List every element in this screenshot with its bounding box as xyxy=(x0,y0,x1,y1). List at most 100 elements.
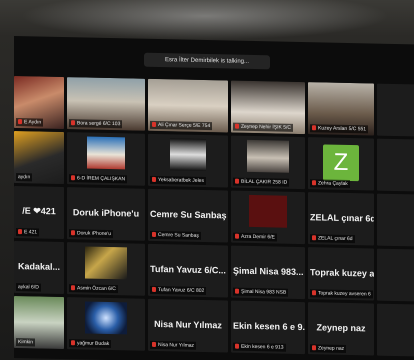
mic-muted-icon xyxy=(152,121,156,127)
mic-muted-icon xyxy=(152,231,156,237)
participant-tile[interactable] xyxy=(377,83,414,137)
video-call-window: Esra İlter Demirbilek is talking... E Ay… xyxy=(14,36,414,360)
participant-label: Zehra Çaylak xyxy=(310,179,350,189)
participant-tile[interactable]: Asmin Özcan 6/C xyxy=(67,242,145,296)
participant-label: aydın xyxy=(16,173,33,182)
mic-muted-icon xyxy=(312,345,316,351)
participant-label: Ali Çınar Serçe 5/E 754 xyxy=(150,120,213,131)
participant-label: Tufan Yavuz 6/C 802 xyxy=(150,285,207,296)
participant-tile[interactable]: ZELAL çınar 6d ZELAL çınar 6d xyxy=(308,192,374,246)
active-speaker-banner: Esra İlter Demirbilek is talking... xyxy=(144,52,270,70)
mic-muted-icon xyxy=(235,123,239,129)
participant-tile[interactable] xyxy=(377,193,414,247)
mic-muted-icon xyxy=(71,120,75,126)
screen-glare xyxy=(20,0,390,40)
avatar: Z xyxy=(323,144,359,182)
participant-tile[interactable] xyxy=(377,248,414,302)
participant-name: Doruk iPhone'u xyxy=(72,207,140,219)
participant-label: 6-D İREM ÇALIŞKAN xyxy=(69,174,128,184)
participant-label: Zeynep naz xyxy=(310,344,347,353)
mic-muted-icon xyxy=(152,176,156,182)
mic-muted-icon xyxy=(312,235,316,241)
mic-muted-icon xyxy=(18,229,22,235)
participant-name: Kadakal... xyxy=(17,261,61,272)
participant-name: Nisa Nur Yılmaz xyxy=(154,318,222,331)
participant-tile[interactable]: Azra Demir 6/E xyxy=(231,190,305,245)
profile-picture xyxy=(249,194,287,228)
participant-label: E Aydın xyxy=(16,118,44,127)
participant-tile[interactable]: Z Zehra Çaylak xyxy=(308,137,374,191)
mic-muted-icon xyxy=(235,288,239,294)
participant-name: ZELAL çınar 6d xyxy=(310,212,374,224)
participant-tile[interactable] xyxy=(377,303,414,357)
participant-tile[interactable] xyxy=(377,138,414,192)
participant-tile[interactable]: Ali Çınar Serçe 5/E 754 xyxy=(148,78,228,133)
participant-name: Zeynep naz xyxy=(316,322,366,334)
mic-muted-icon xyxy=(71,175,75,181)
participant-tile[interactable]: Nisa Nur Yılmaz Nisa Nur Yılmaz xyxy=(148,298,228,353)
participant-label: Azra Demir 6/E xyxy=(233,232,277,242)
mic-muted-icon xyxy=(152,341,156,347)
participant-label: Yeksaberatbek Jeles xyxy=(150,175,206,186)
participant-label: BİLAL ÇAKIR 258 ID xyxy=(233,177,290,187)
participant-name: /E ❤421 xyxy=(22,205,56,217)
participant-tile[interactable]: Cemre Su Sanbaş Cemre Su Sanbaş xyxy=(148,188,228,243)
participant-tile[interactable]: Kuzey Arslan 5/C 551 xyxy=(308,82,374,136)
mic-muted-icon xyxy=(312,125,316,131)
participant-label: Bora sergé 6/C 103 xyxy=(69,119,123,129)
participant-tile[interactable]: Yeksaberatbek Jeles xyxy=(148,133,228,188)
participant-label: E 421 xyxy=(16,228,40,237)
participant-tile[interactable]: BİLAL ÇAKIR 258 ID xyxy=(231,135,305,190)
mic-muted-icon xyxy=(71,285,75,291)
mic-muted-icon xyxy=(152,286,156,292)
participant-name: Cemre Su Sanbaş xyxy=(150,208,227,221)
participant-label: Doruk iPhone'u xyxy=(69,229,114,239)
participant-tile[interactable]: /E ❤421 E 421 xyxy=(14,186,64,240)
participant-label: Toprak kuzey avseren 6 xyxy=(310,289,373,299)
mic-muted-icon xyxy=(235,343,239,349)
participant-label: Kimkin xyxy=(16,338,36,347)
mic-muted-icon xyxy=(235,233,239,239)
participant-tile[interactable]: Kimkin xyxy=(14,296,64,350)
participant-tile[interactable]: Tufan Yavuz 6/C... Tufan Yavuz 6/C 802 xyxy=(148,243,228,298)
mic-muted-icon xyxy=(18,119,22,125)
profile-picture xyxy=(87,136,125,170)
participant-tile[interactable]: Kadakal... aykal 6/D xyxy=(14,241,64,295)
mic-muted-icon xyxy=(312,180,316,186)
participant-label: Ekin kesen 6 e 913 xyxy=(233,342,286,352)
participant-name: Toprak kuzey a... xyxy=(310,267,374,279)
participant-label: aykal 6/D xyxy=(16,283,41,292)
participant-gallery: E Aydın Bora sergé 6/C 103 Ali Çınar Ser… xyxy=(14,76,414,357)
participant-name: Ekin kesen 6 e 9... xyxy=(233,320,305,333)
profile-picture xyxy=(247,139,289,173)
participant-label: Şimal Nisa 983 NSB xyxy=(233,287,289,297)
participant-tile[interactable]: 6-D İREM ÇALIŞKAN xyxy=(67,132,145,186)
participant-tile[interactable]: Ekin kesen 6 e 9... Ekin kesen 6 e 913 xyxy=(231,300,305,355)
participant-label: ZELAL çınar 6d xyxy=(310,234,355,244)
participant-label: Cemre Su Sanbaş xyxy=(150,230,201,240)
participant-tile[interactable]: aydın xyxy=(14,131,64,185)
participant-tile[interactable]: yağmur Budak xyxy=(67,297,145,351)
participant-tile[interactable]: Zeynep Nehir İŞIK 5/C xyxy=(231,80,305,135)
participant-label: yağmur Budak xyxy=(69,339,112,349)
participant-label: Nisa Nur Yılmaz xyxy=(150,340,197,350)
mic-muted-icon xyxy=(71,340,75,346)
mic-muted-icon xyxy=(235,178,239,184)
participant-tile[interactable]: E Aydın xyxy=(14,76,64,130)
participant-label: Kuzey Arslan 5/C 551 xyxy=(310,124,369,134)
participant-label: Zeynep Nehir İŞIK 5/C xyxy=(233,122,294,132)
participant-label: Asmin Özcan 6/C xyxy=(69,284,118,294)
profile-picture xyxy=(170,138,206,172)
monitor-frame: Esra İlter Demirbilek is talking... E Ay… xyxy=(0,0,414,360)
participant-name: Tufan Yavuz 6/C... xyxy=(150,263,226,276)
participant-tile[interactable]: Bora sergé 6/C 103 xyxy=(67,77,145,131)
profile-picture xyxy=(85,246,127,280)
profile-picture xyxy=(85,301,127,335)
mic-muted-icon xyxy=(312,290,316,296)
participant-tile[interactable]: Zeynep naz Zeynep naz xyxy=(308,302,374,356)
mic-muted-icon xyxy=(71,230,75,236)
participant-name: Şimal Nisa 983... xyxy=(233,265,304,278)
participant-tile[interactable]: Doruk iPhone'u Doruk iPhone'u xyxy=(67,187,145,241)
participant-tile[interactable]: Şimal Nisa 983... Şimal Nisa 983 NSB xyxy=(231,245,305,300)
participant-tile[interactable]: Toprak kuzey a... Toprak kuzey avseren 6 xyxy=(308,247,374,301)
